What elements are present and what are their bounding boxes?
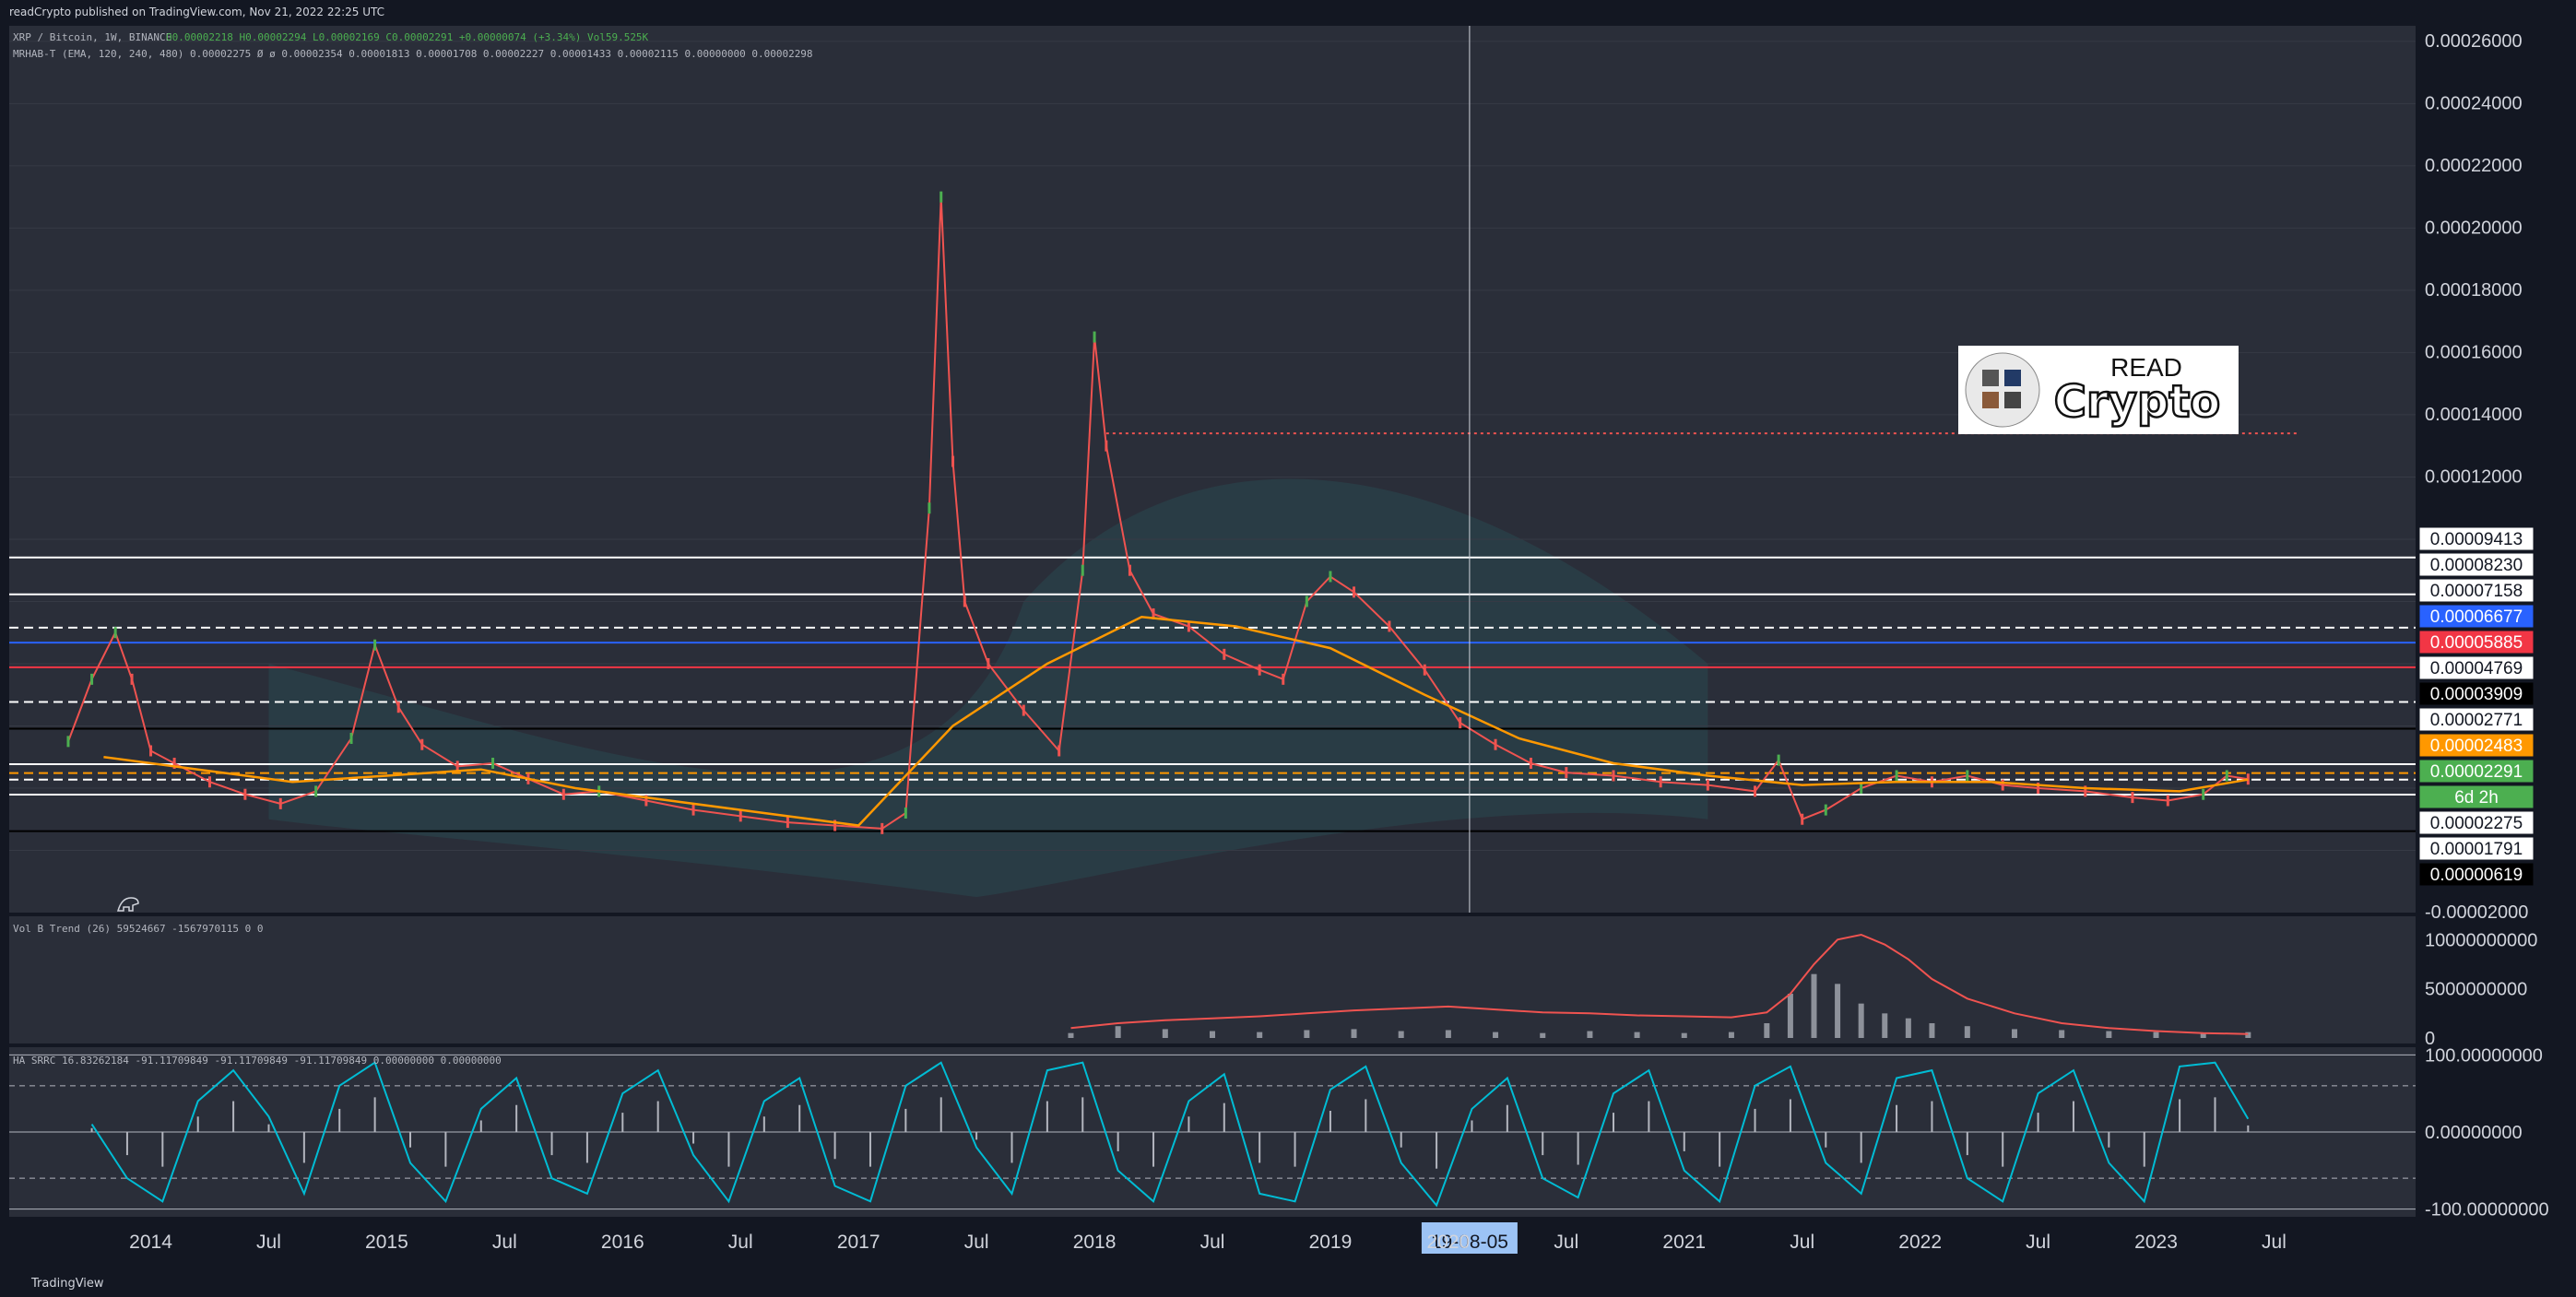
volume-bar [1787, 994, 1793, 1038]
volume-bar [1445, 1030, 1451, 1038]
price-label-text: 0.00004769 [2430, 659, 2523, 678]
time-axis-tick-label: 2014 [129, 1232, 172, 1253]
volume-pane[interactable] [9, 916, 2416, 1043]
oscillator-axis-tick-label: -100.00000000 [2425, 1200, 2549, 1220]
volume-bar [1905, 1018, 1911, 1038]
time-axis-tick-label: Jul [492, 1232, 517, 1253]
time-axis-tick-label: Jul [2262, 1232, 2286, 1253]
logo-crypto-text: Crypto [2054, 376, 2220, 428]
time-axis-tick-label: Jul [964, 1232, 989, 1253]
volume-bar [2245, 1032, 2251, 1038]
price-axis-tick-label: 0.00014000 [2425, 405, 2523, 425]
time-axis-tick-label: Jul [1554, 1232, 1578, 1253]
price-label-text: 0.00002291 [2430, 762, 2523, 782]
time-axis-tick-label: 2022 [1898, 1232, 1942, 1253]
volume-bar [1493, 1032, 1499, 1038]
volume-bar [1964, 1026, 1970, 1038]
volume-bar [1728, 1032, 1734, 1038]
price-axis-tick-label: 0.00026000 [2425, 31, 2523, 52]
time-axis-tick-label: Jul [1200, 1232, 1225, 1253]
volume-bar [1634, 1032, 1640, 1038]
read-crypto-logo: READ Crypto [1958, 346, 2239, 434]
logo-emblem-icon [1965, 352, 2040, 428]
time-axis-tick-label: 2020 [1427, 1232, 1471, 1253]
oscillator-axis-tick-label: 0.00000000 [2425, 1123, 2523, 1143]
price-axis-tick-label: 0.00022000 [2425, 156, 2523, 176]
volume-bar [1681, 1032, 1687, 1038]
volume-bar [1068, 1032, 1074, 1038]
volume-bar [1257, 1032, 1263, 1038]
chart-panes [9, 26, 2416, 1217]
price-axis-tick-label: 0.00016000 [2425, 342, 2523, 362]
price-axis-tick-label: 0.00020000 [2425, 218, 2523, 238]
logo-emblem-tile [2004, 392, 2021, 408]
time-axis[interactable]: 2014 Jul 2015 Jul 2016 Jul 2017 Jul 2018 Jul 2019 1… [129, 1222, 2286, 1254]
logo-emblem-tile [2004, 370, 2021, 386]
oscillator-axis-tick-label: 100.00000000 [2425, 1045, 2543, 1066]
tradingview-brand[interactable]: TradingView [31, 1277, 104, 1291]
time-axis-tick-label: 2021 [1662, 1232, 1706, 1253]
volume-bar [1858, 1003, 1864, 1038]
volume-bar [1210, 1031, 1215, 1038]
time-axis-tick-label: Jul [256, 1232, 281, 1253]
symbol-legend[interactable]: XRP / Bitcoin, 1W, BINANCE [13, 31, 171, 43]
price-axis-tick-label: 0.00018000 [2425, 280, 2523, 301]
price-label-text: 0.00007158 [2430, 582, 2523, 601]
volume-bar [2106, 1031, 2112, 1038]
time-axis-tick-label: 2023 [2134, 1232, 2178, 1253]
logo-emblem-tile [1982, 370, 1999, 386]
time-axis-tick-label: Jul [2026, 1232, 2050, 1253]
time-axis-tick-label: 2017 [837, 1232, 880, 1253]
time-axis-tick-label: Jul [1790, 1232, 1814, 1253]
price-label-text: 0.00002483 [2430, 737, 2523, 756]
volume-bar [1115, 1026, 1121, 1038]
price-label-text: 0.00000619 [2430, 866, 2523, 885]
time-axis-tick-label: 2019 [1309, 1232, 1353, 1253]
price-axis-tick-label: 0.00024000 [2425, 93, 2523, 113]
tradingview-chart-window: readCrypto published on TradingView.com,… [0, 0, 2576, 1297]
volume-bar [2153, 1032, 2159, 1038]
price-label-text: 0.00005885 [2430, 633, 2523, 653]
volume-bar [1764, 1023, 1770, 1038]
price-label-text: 0.00002275 [2430, 814, 2523, 833]
tradingview-footer: TradingView [0, 1270, 2576, 1297]
chart-canvas[interactable]: 0.00026000 0.00024000 0.00022000 0.00020000… [0, 0, 2576, 1297]
price-label-text: 0.00001791 [2430, 840, 2523, 859]
volume-bar [1882, 1013, 1888, 1038]
volume-bar [1398, 1031, 1404, 1038]
time-axis-tick-label: Jul [728, 1232, 753, 1253]
price-label-text: 0.00008230 [2430, 556, 2523, 575]
volume-axis-tick-label: 10000000000 [2425, 930, 2537, 950]
price-label-stack: 0.00009413 0.00008230 0.00007158 0.00006677… [2418, 526, 2535, 887]
volume-bar [2059, 1030, 2065, 1038]
price-axis-tick-label: 0.00012000 [2425, 466, 2523, 487]
volume-bar [1587, 1031, 1593, 1038]
logo-emblem-tile [1982, 392, 1999, 408]
price-label-text: 0.00002771 [2430, 711, 2523, 730]
time-axis-tick-label: 2018 [1073, 1232, 1117, 1253]
price-label-text: 0.00009413 [2430, 530, 2523, 549]
volume-bar [1162, 1029, 1168, 1038]
volume-bar [1811, 973, 1817, 1038]
volume-bar [1835, 984, 1841, 1038]
ha-srrc-legend[interactable]: HA SRRC 16.83262184 -91.11709849 -91.117… [13, 1055, 502, 1067]
volume-axis-tick-label: 5000000000 [2425, 980, 2527, 1000]
mrhab-legend[interactable]: MRHAB-T (EMA, 120, 240, 480) 0.00002275 … [13, 48, 813, 60]
volume-bar [1351, 1029, 1357, 1038]
time-axis-tick-label: 2016 [601, 1232, 644, 1253]
volume-bar [1540, 1032, 1546, 1038]
ohlc-legend: O0.00002218 H0.00002294 L0.00002169 C0.0… [166, 31, 649, 43]
volume-bar [2012, 1029, 2017, 1038]
price-label-text: 6d 2h [2454, 788, 2499, 808]
price-axis-tick-label: -0.00002000 [2425, 902, 2528, 923]
time-axis-tick-label: 2015 [365, 1232, 408, 1253]
volume-bar [1929, 1023, 1935, 1038]
price-label-text: 0.00003909 [2430, 685, 2523, 704]
volume-bar [1304, 1030, 1310, 1038]
price-label-text: 0.00006677 [2430, 607, 2523, 627]
vol-trend-legend[interactable]: Vol B Trend (26) 59524667 -1567970115 0 … [13, 923, 264, 935]
